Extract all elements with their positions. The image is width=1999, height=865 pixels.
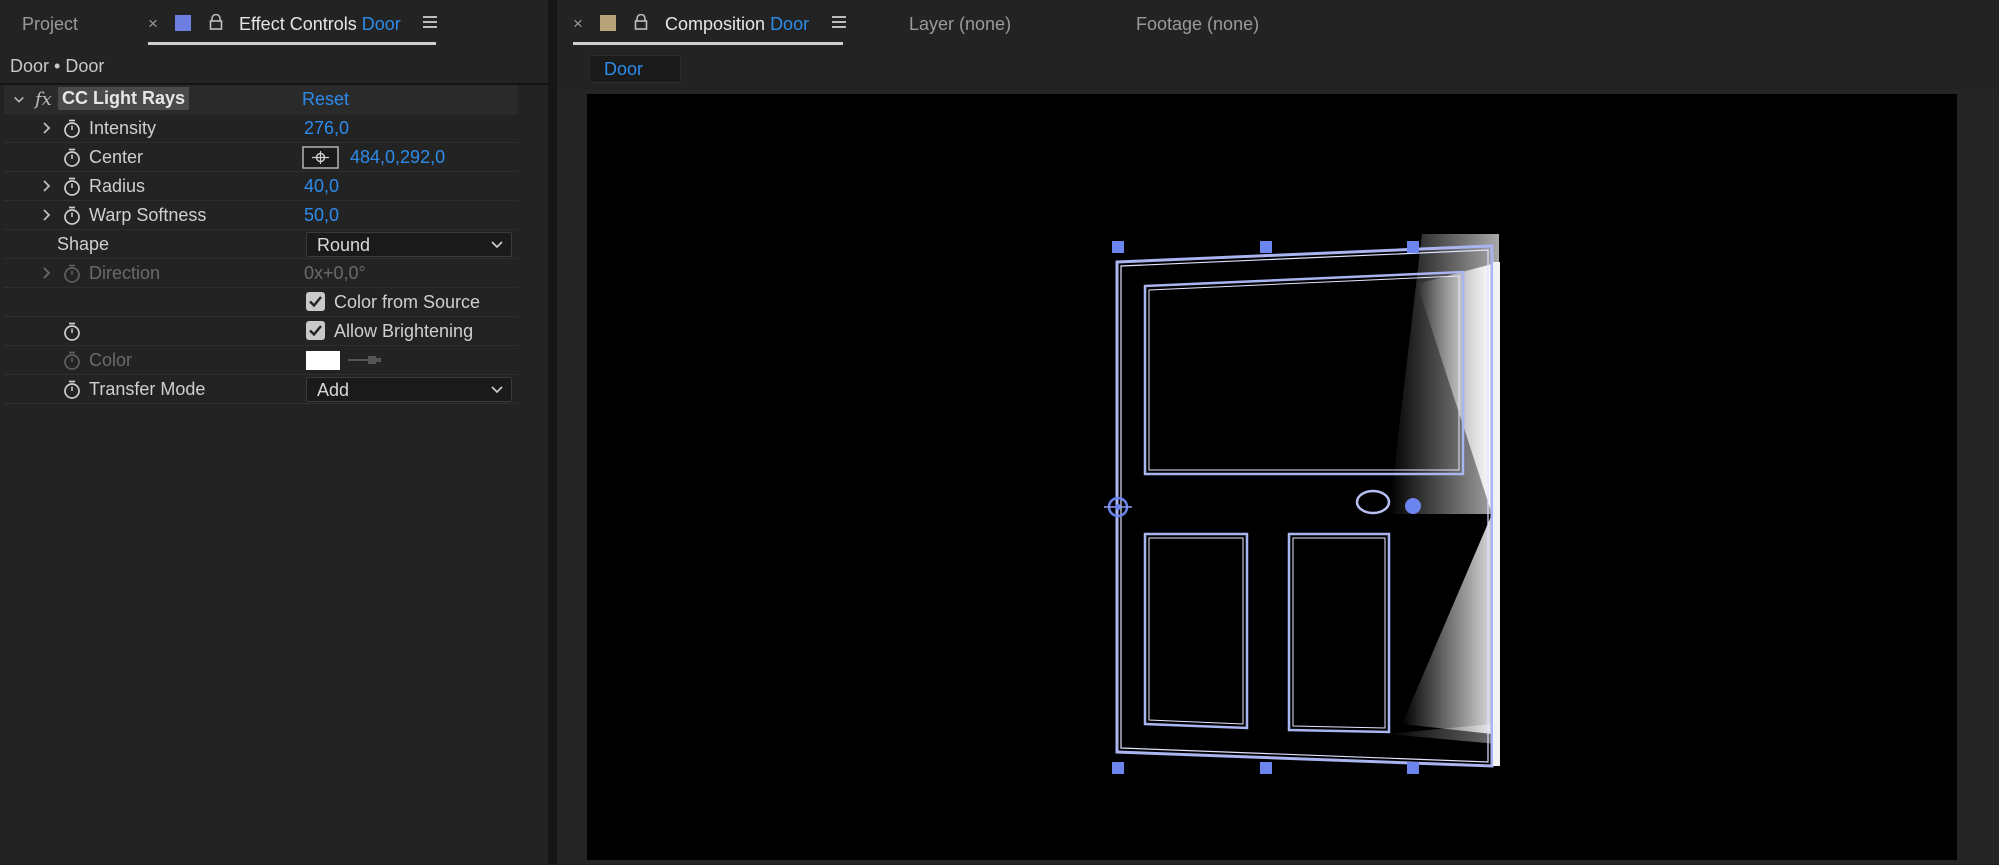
property-row-transfer-mode: Transfer Mode Add xyxy=(4,375,518,404)
panel-menu-icon[interactable] xyxy=(832,16,846,29)
chevron-right-icon[interactable] xyxy=(41,179,53,193)
chevron-down-icon xyxy=(491,386,503,394)
left-tab-bar: Project × Effect Controls Door xyxy=(0,0,548,52)
radius-value[interactable]: 40,0 xyxy=(304,176,339,197)
property-label: Intensity xyxy=(89,118,157,138)
checkbox-checked-icon[interactable] xyxy=(306,321,325,340)
stopwatch-icon[interactable] xyxy=(63,206,81,226)
tab-layer[interactable]: Layer (none) xyxy=(909,14,1011,35)
tab-effect-controls[interactable]: Effect Controls Door xyxy=(239,14,401,35)
effect-controls-panel: Project × Effect Controls Door Door • Do… xyxy=(0,0,548,864)
property-label: Warp Softness xyxy=(89,205,207,225)
stopwatch-icon xyxy=(64,264,80,283)
comp-color-label xyxy=(600,15,616,31)
warp-softness-value[interactable]: 50,0 xyxy=(304,205,339,226)
chevron-right-icon[interactable] xyxy=(41,121,53,135)
door-layer-artwork[interactable] xyxy=(587,94,1957,860)
right-tab-bar: × Composition Door Layer (none) Footage … xyxy=(557,0,1999,52)
tab-footage[interactable]: Footage (none) xyxy=(1136,14,1259,35)
layer-color-label xyxy=(175,15,191,31)
effect-header-row[interactable]: fx CC Light Rays Reset xyxy=(4,85,518,114)
comp-navigator-label: Door xyxy=(604,59,644,79)
panel-menu-icon[interactable] xyxy=(423,16,437,29)
stopwatch-icon xyxy=(64,351,80,370)
stopwatch-icon[interactable] xyxy=(63,380,81,400)
effect-name[interactable]: CC Light Rays xyxy=(58,87,190,110)
property-label: Radius xyxy=(89,176,146,196)
center-value[interactable]: 484,0,292,0 xyxy=(350,147,445,168)
stopwatch-icon[interactable] xyxy=(63,148,81,168)
intensity-value[interactable]: 276,0 xyxy=(304,118,349,139)
chevron-down-icon xyxy=(491,241,503,249)
transfer-mode-selected-value: Add xyxy=(317,380,350,400)
tab-composition-title: Composition xyxy=(665,14,766,34)
stopwatch-icon[interactable] xyxy=(63,177,81,197)
shape-selected-value: Round xyxy=(317,235,371,255)
direction-value: 0x+0,0° xyxy=(304,263,366,283)
property-row-direction: Direction 0x+0,0° xyxy=(4,259,518,288)
property-row-intensity: Intensity 276,0 xyxy=(4,114,518,143)
eyedropper-icon xyxy=(348,356,381,364)
chevron-right-icon[interactable] xyxy=(41,208,53,222)
allow-brightening-label: Allow Brightening xyxy=(334,321,474,341)
tab-effect-controls-layer: Door xyxy=(361,14,401,34)
active-tab-underline xyxy=(148,42,436,45)
shape-dropdown[interactable]: Round xyxy=(306,232,512,257)
property-label: Center xyxy=(89,147,144,167)
reset-button[interactable]: Reset xyxy=(302,89,349,110)
panel-splitter[interactable] xyxy=(548,0,557,864)
property-row-warp-softness: Warp Softness 50,0 xyxy=(4,201,518,230)
breadcrumb: Door • Door xyxy=(10,56,105,76)
property-row-radius: Radius 40,0 xyxy=(4,172,518,201)
tab-composition[interactable]: Composition Door xyxy=(665,14,809,35)
active-tab-underline xyxy=(573,42,843,45)
position-target-icon[interactable] xyxy=(302,146,339,169)
composition-viewer[interactable] xyxy=(587,94,1957,860)
color-from-source-label: Color from Source xyxy=(334,292,481,312)
property-label: Direction xyxy=(89,263,161,283)
fx-toggle-icon[interactable]: fx xyxy=(35,89,52,110)
property-label: Transfer Mode xyxy=(89,379,206,399)
stopwatch-icon[interactable] xyxy=(63,119,81,139)
property-row-center: Center 484,0,292,0 xyxy=(4,143,518,172)
property-row-color: Color xyxy=(4,346,518,375)
property-label: Color xyxy=(89,350,133,370)
stopwatch-icon[interactable] xyxy=(63,322,81,342)
tab-effect-controls-title: Effect Controls xyxy=(239,14,357,34)
close-icon[interactable]: × xyxy=(573,14,583,34)
property-row-color-from-source: Color from Source xyxy=(4,288,518,317)
lock-icon[interactable] xyxy=(209,14,223,30)
composition-panel: × Composition Door Layer (none) Footage … xyxy=(557,0,1999,864)
property-label: Shape xyxy=(57,234,110,254)
viewer-frame xyxy=(557,90,1999,864)
transfer-mode-dropdown[interactable]: Add xyxy=(306,377,512,402)
close-icon[interactable]: × xyxy=(148,14,158,34)
tab-project[interactable]: Project xyxy=(22,14,78,35)
chevron-right-icon[interactable] xyxy=(41,266,53,280)
lock-icon[interactable] xyxy=(634,14,648,30)
property-row-shape: Shape Round xyxy=(4,230,518,259)
color-swatch xyxy=(306,351,340,370)
property-row-allow-brightening: Allow Brightening xyxy=(4,317,518,346)
comp-navigator-tab[interactable]: Door xyxy=(589,55,681,83)
tab-composition-name: Door xyxy=(770,14,810,34)
checkbox-checked-icon[interactable] xyxy=(306,292,325,311)
chevron-down-icon[interactable] xyxy=(13,93,25,107)
